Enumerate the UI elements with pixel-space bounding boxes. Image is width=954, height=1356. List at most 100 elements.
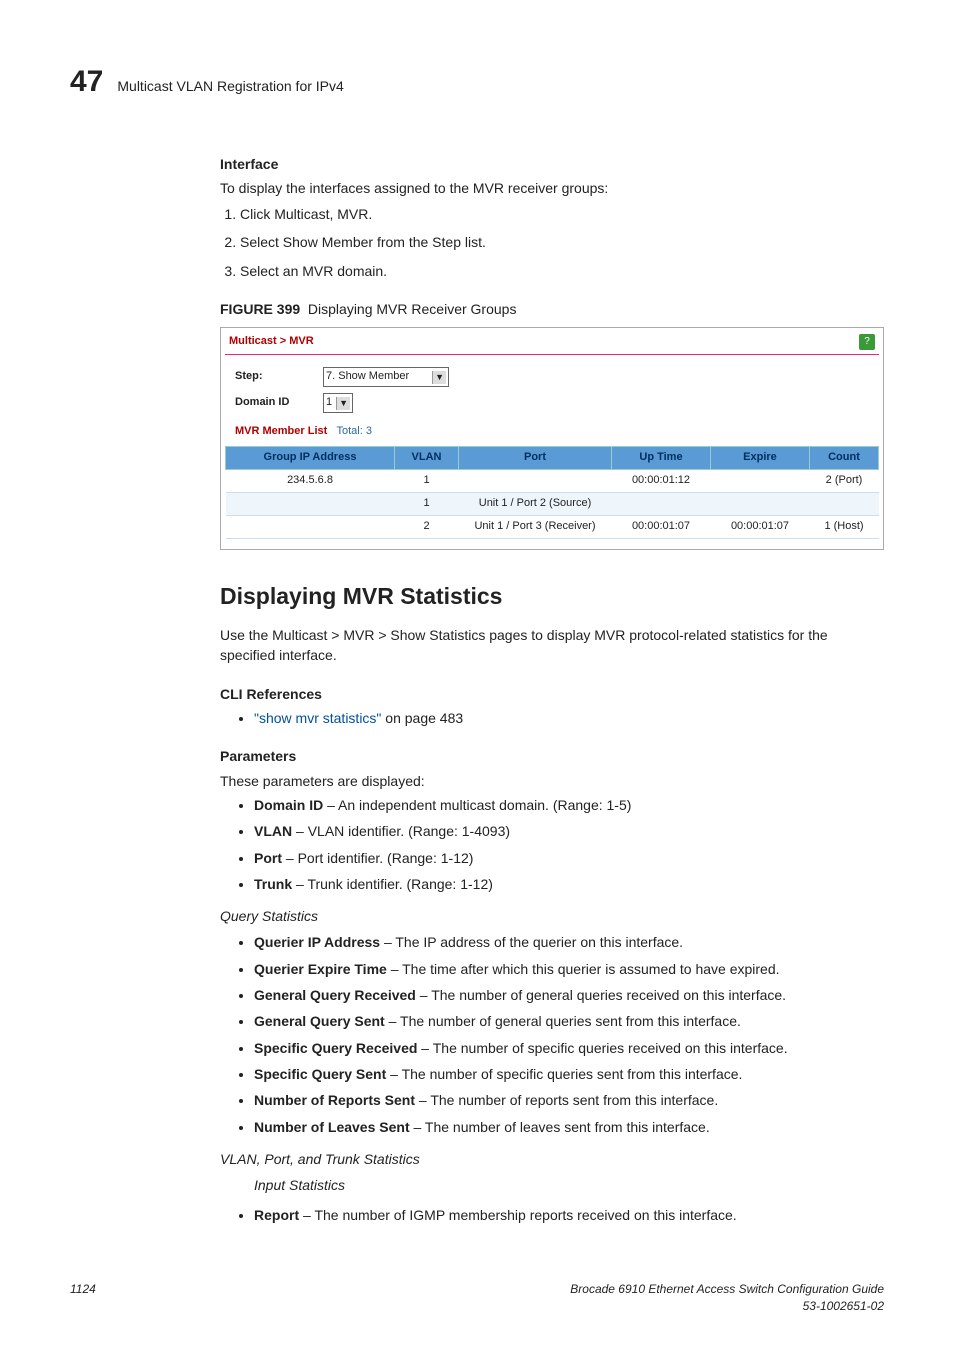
domain-row: Domain ID 1 ▼ — [225, 390, 879, 416]
page-footer: 1124 Brocade 6910 Ethernet Access Switch… — [70, 1281, 884, 1316]
cell — [810, 492, 879, 515]
param-item: General Query Sent – The number of gener… — [254, 1011, 884, 1031]
footer-right: Brocade 6910 Ethernet Access Switch Conf… — [570, 1281, 884, 1316]
param-desc: – Port identifier. (Range: 1-12) — [282, 850, 473, 866]
query-params-list: Querier IP Address – The IP address of t… — [220, 932, 884, 1136]
param-term: Domain ID — [254, 797, 323, 813]
cell — [711, 470, 810, 493]
param-item: Number of Reports Sent – The number of r… — [254, 1090, 884, 1110]
domain-select[interactable]: 1 ▼ — [323, 393, 353, 413]
param-term: General Query Sent — [254, 1013, 385, 1029]
param-term: Report — [254, 1207, 299, 1223]
section-title: Displaying MVR Statistics — [220, 580, 884, 613]
cell: Unit 1 / Port 2 (Source) — [459, 492, 612, 515]
chevron-down-icon: ▼ — [432, 371, 446, 384]
doc-number: 53-1002651-02 — [803, 1299, 884, 1313]
param-desc: – The IP address of the querier on this … — [380, 934, 683, 950]
param-item: Specific Query Sent – The number of spec… — [254, 1064, 884, 1084]
col-header: VLAN — [395, 447, 459, 470]
param-term: Specific Query Sent — [254, 1066, 386, 1082]
table-row: 1 Unit 1 / Port 2 (Source) — [226, 492, 879, 515]
cell: 00:00:01:12 — [612, 470, 711, 493]
page-header: 47 Multicast VLAN Registration for IPv4 — [70, 60, 884, 104]
param-term: Querier IP Address — [254, 934, 380, 950]
input-params-list: Report – The number of IGMP membership r… — [220, 1205, 884, 1225]
col-header: Group IP Address — [226, 447, 395, 470]
cell: Unit 1 / Port 3 (Receiver) — [459, 515, 612, 538]
mvr-screenshot: Multicast > MVR ? Step: 7. Show Member ▼… — [220, 327, 884, 550]
param-desc: – The number of reports sent from this i… — [415, 1092, 718, 1108]
breadcrumb: Multicast > MVR — [229, 334, 314, 350]
step-item: Click Multicast, MVR. — [240, 204, 884, 224]
step-label: Step: — [235, 369, 315, 385]
param-item: General Query Received – The number of g… — [254, 985, 884, 1005]
param-desc: – The number of specific queries sent fr… — [386, 1066, 742, 1082]
col-header: Expire — [711, 447, 810, 470]
step-item: Select an MVR domain. — [240, 261, 884, 281]
param-item: Number of Leaves Sent – The number of le… — [254, 1117, 884, 1137]
params-intro: These parameters are displayed: — [220, 771, 884, 791]
param-item: Trunk – Trunk identifier. (Range: 1-12) — [254, 874, 884, 894]
param-item: Report – The number of IGMP membership r… — [254, 1205, 884, 1225]
cell: 2 (Port) — [810, 470, 879, 493]
step-item: Select Show Member from the Step list. — [240, 232, 884, 252]
param-desc: – The number of specific queries receive… — [417, 1040, 787, 1056]
interface-heading: Interface — [220, 154, 884, 174]
cli-heading: CLI References — [220, 684, 884, 704]
param-desc: – The time after which this querier is a… — [387, 961, 780, 977]
domain-select-value: 1 — [326, 395, 332, 411]
param-item: Specific Query Received – The number of … — [254, 1038, 884, 1058]
cell — [226, 492, 395, 515]
cell: 1 — [395, 470, 459, 493]
param-term: Number of Leaves Sent — [254, 1119, 410, 1135]
params-heading: Parameters — [220, 746, 884, 766]
param-desc: – Trunk identifier. (Range: 1-12) — [292, 876, 493, 892]
param-item: Querier IP Address – The IP address of t… — [254, 932, 884, 952]
cell — [226, 515, 395, 538]
param-item: Domain ID – An independent multicast dom… — [254, 795, 884, 815]
member-table: Group IP Address VLAN Port Up Time Expir… — [225, 446, 879, 539]
param-term: Trunk — [254, 876, 292, 892]
param-item: Querier Expire Time – The time after whi… — [254, 959, 884, 979]
param-desc: – The number of IGMP membership reports … — [299, 1207, 737, 1223]
cell: 00:00:01:07 — [612, 515, 711, 538]
cell: 1 (Host) — [810, 515, 879, 538]
step-row: Step: 7. Show Member ▼ — [225, 364, 879, 390]
param-term: General Query Received — [254, 987, 416, 1003]
col-header: Up Time — [612, 447, 711, 470]
cell — [612, 492, 711, 515]
table-row: 2 Unit 1 / Port 3 (Receiver) 00:00:01:07… — [226, 515, 879, 538]
query-stats-heading: Query Statistics — [220, 906, 884, 926]
table-row: 234.5.6.8 1 00:00:01:12 2 (Port) — [226, 470, 879, 493]
param-desc: – The number of general queries received… — [416, 987, 786, 1003]
interface-intro: To display the interfaces assigned to th… — [220, 178, 884, 198]
figure-title: Displaying MVR Receiver Groups — [308, 301, 517, 317]
param-term: Number of Reports Sent — [254, 1092, 415, 1108]
cli-link[interactable]: "show mvr statistics" — [254, 710, 381, 726]
param-term: VLAN — [254, 823, 292, 839]
cell: 234.5.6.8 — [226, 470, 395, 493]
cell: 00:00:01:07 — [711, 515, 810, 538]
cli-item: "show mvr statistics" on page 483 — [254, 708, 884, 728]
param-desc: – VLAN identifier. (Range: 1-4093) — [292, 823, 510, 839]
main-content: Interface To display the interfaces assi… — [220, 154, 884, 1226]
param-item: Port – Port identifier. (Range: 1-12) — [254, 848, 884, 868]
cli-suffix: on page 483 — [381, 710, 463, 726]
divider — [225, 354, 879, 356]
stats-intro: Use the Multicast > MVR > Show Statistic… — [220, 625, 884, 666]
vpt-heading: VLAN, Port, and Trunk Statistics — [220, 1149, 884, 1169]
chevron-down-icon: ▼ — [336, 397, 350, 410]
chapter-title: Multicast VLAN Registration for IPv4 — [117, 76, 343, 96]
col-header: Count — [810, 447, 879, 470]
list-total: Total: 3 — [336, 425, 371, 437]
param-term: Querier Expire Time — [254, 961, 387, 977]
cell — [459, 470, 612, 493]
list-name: MVR Member List — [235, 425, 327, 437]
figure-label: FIGURE 399 — [220, 301, 300, 317]
step-select[interactable]: 7. Show Member ▼ — [323, 367, 449, 387]
chapter-number: 47 — [70, 60, 103, 104]
help-icon[interactable]: ? — [859, 334, 875, 350]
domain-label: Domain ID — [235, 395, 315, 411]
cell: 2 — [395, 515, 459, 538]
page-number: 1124 — [70, 1281, 96, 1316]
